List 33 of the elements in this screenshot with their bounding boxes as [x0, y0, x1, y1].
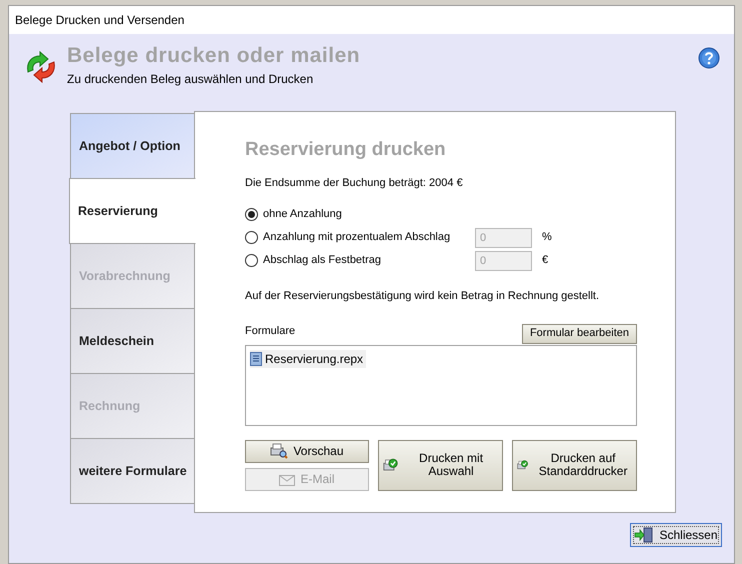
- close-button[interactable]: Schliessen: [630, 523, 722, 547]
- radio-button[interactable]: [245, 208, 258, 221]
- unit-label: %: [542, 230, 552, 246]
- unit-label: €: [542, 253, 548, 268]
- side-tab[interactable]: Angebot / Option: [70, 113, 195, 179]
- header-subtitle: Zu druckenden Beleg auswählen und Drucken: [67, 71, 314, 88]
- printer-check-icon: [383, 457, 398, 473]
- document-icon: [250, 352, 262, 366]
- forms-list[interactable]: Reservierung.repx: [245, 344, 637, 426]
- action-button[interactable]: Vorschau: [245, 440, 369, 462]
- refresh-arrows-icon: [24, 50, 58, 84]
- envelope-icon: [279, 472, 296, 486]
- forms-label: Formulare: [245, 324, 296, 339]
- print-button[interactable]: Drucken auf Standarddrucker: [512, 440, 637, 490]
- side-tab[interactable]: weitere Formulare: [70, 438, 195, 504]
- help-icon[interactable]: [698, 47, 720, 69]
- panel-title: Reservierung drucken: [245, 138, 447, 162]
- form-list-item[interactable]: Reservierung.repx: [250, 350, 366, 368]
- option-label[interactable]: Abschlag als Festbetrag: [263, 252, 475, 269]
- option-label[interactable]: Anzahlung mit prozentualem Abschlag: [263, 229, 475, 246]
- edit-form-button[interactable]: Formular bearbeiten: [522, 324, 637, 344]
- header-title: Belege drucken oder mailen: [67, 44, 362, 68]
- side-tab[interactable]: Meldeschein: [70, 308, 195, 374]
- side-tab[interactable]: Reservierung: [69, 178, 196, 244]
- radio-button[interactable]: [245, 254, 258, 267]
- exit-door-icon: [634, 527, 654, 543]
- total-text: Die Endsumme der Buchung beträgt: 2004 €: [245, 176, 464, 191]
- notice-text: Auf der Reservierungsbestätigung wird kein Betrag in Rechnung gestellt.: [245, 288, 600, 304]
- option-label[interactable]: ohne Anzahlung: [263, 206, 475, 223]
- print-button[interactable]: Drucken mit Auswahl: [378, 440, 503, 490]
- printer-magnifier-icon: [270, 443, 288, 459]
- window-title: Belege Drucken und Versenden: [15, 12, 184, 29]
- radio-button[interactable]: [245, 231, 258, 244]
